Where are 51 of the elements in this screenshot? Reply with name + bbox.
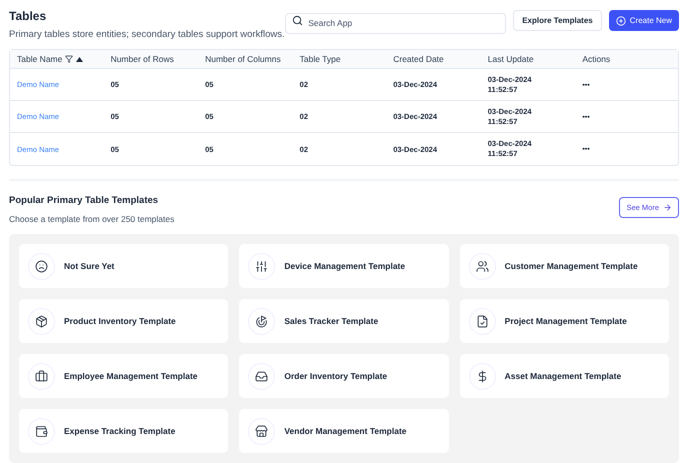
template-card[interactable]: Device Management Template [239, 244, 449, 288]
target-icon [255, 314, 268, 328]
sliders-icon [255, 260, 268, 273]
template-title: Customer Management Template [504, 260, 638, 273]
people-icon [476, 260, 489, 273]
template-title: Asset Management Template [504, 370, 622, 383]
template-card[interactable]: Vendor Management Template [239, 409, 449, 454]
template-title: Project Management Template [504, 314, 627, 328]
search-icon [292, 15, 304, 26]
section-title: Popular Primary Table Templates [9, 194, 160, 208]
template-card[interactable]: Not Sure Yet [19, 244, 228, 288]
template-title: Employee Management Template [64, 370, 198, 383]
column-header[interactable]: Created Date [393, 52, 444, 66]
template-title: Expense Tracking Template [64, 424, 176, 438]
page-subtitle: Primary tables store entities; secondary tables support workflows. [9, 28, 285, 42]
template-title: Sales Tracker Template [284, 314, 378, 328]
section-subtitle: Choose a template from over 250 templates [9, 212, 174, 226]
filter-icon[interactable] [65, 55, 74, 64]
template-card[interactable]: Order Inventory Template [239, 354, 449, 398]
column-header[interactable]: Table Type [300, 52, 341, 66]
document-icon [476, 314, 489, 328]
column-header[interactable]: Number of Columns [205, 52, 281, 66]
explore-templates-button[interactable]: Explore Templates [513, 10, 602, 31]
template-card[interactable]: Product Inventory Template [19, 299, 228, 344]
sort-up-icon[interactable] [76, 56, 84, 62]
column-header[interactable]: Table Name [17, 52, 62, 66]
template-title: Device Management Template [284, 260, 406, 273]
arrow-right-icon [663, 203, 672, 212]
column-header[interactable]: Last Update [488, 52, 534, 66]
face-icon [35, 260, 48, 273]
template-card[interactable]: Sales Tracker Template [239, 299, 449, 344]
inbox-icon [255, 370, 268, 383]
template-card[interactable]: Asset Management Template [460, 354, 669, 398]
template-title: Vendor Management Template [284, 424, 407, 438]
store-icon [255, 424, 268, 438]
search-field[interactable]: Search App [285, 12, 506, 34]
template-card[interactable]: Expense Tracking Template [19, 409, 228, 454]
page-title: Tables [9, 8, 48, 25]
wallet-icon [35, 424, 48, 438]
template-card[interactable]: Customer Management Template [460, 244, 669, 288]
template-card[interactable]: Employee Management Template [19, 354, 228, 398]
box-icon [35, 314, 48, 328]
create-new-button[interactable]: Create New [608, 10, 679, 31]
template-title: Product Inventory Template [64, 314, 176, 328]
template-title: Order Inventory Template [284, 370, 388, 383]
plus-icon [616, 16, 626, 26]
briefcase-icon [35, 370, 48, 383]
template-title: Not Sure Yet [64, 260, 114, 273]
template-card[interactable]: Project Management Template [460, 299, 669, 344]
column-header[interactable]: Number of Rows [110, 52, 174, 66]
column-header[interactable]: Actions [582, 52, 610, 66]
